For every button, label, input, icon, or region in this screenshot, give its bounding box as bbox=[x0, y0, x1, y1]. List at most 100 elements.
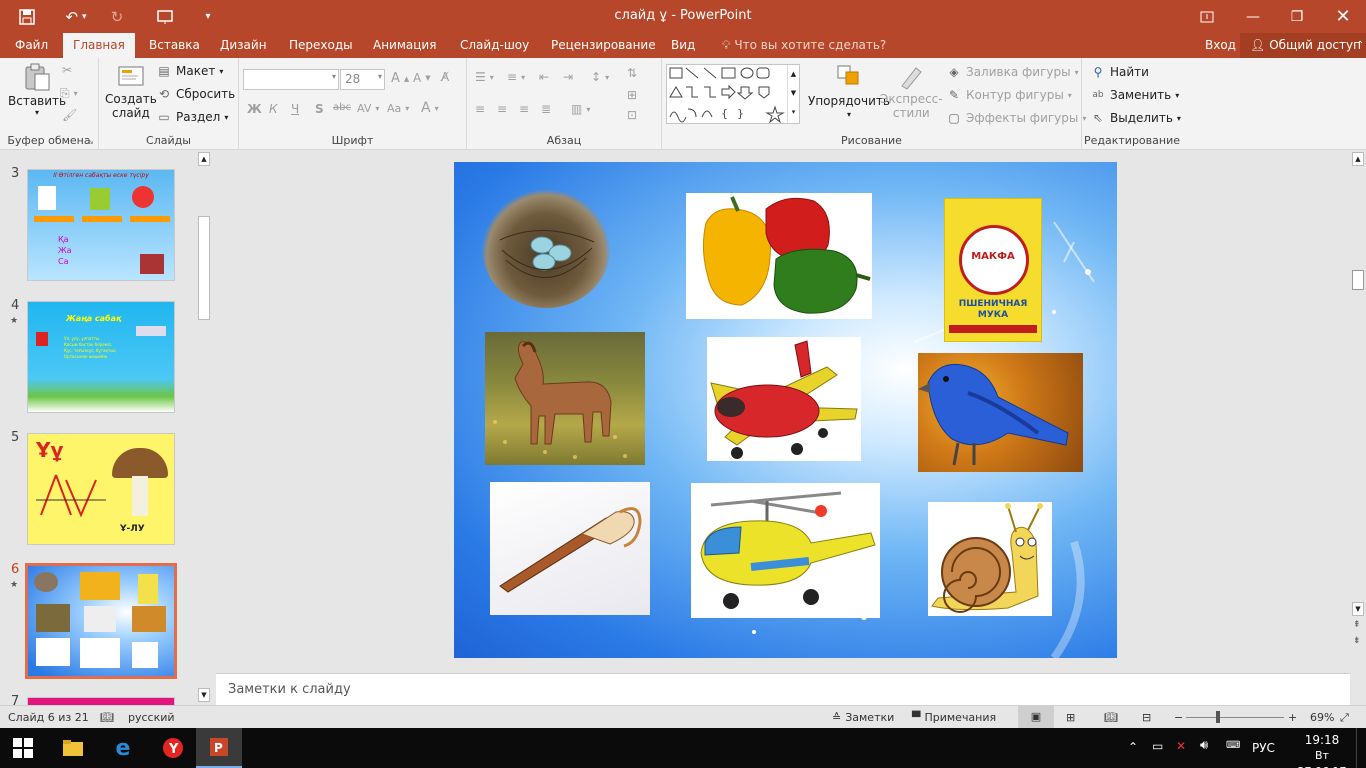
new-slide-button[interactable]: Создать слайд bbox=[105, 62, 157, 120]
flour-bag-image[interactable]: МАКФА ПШЕНИЧНАЯ МУКА bbox=[944, 198, 1042, 342]
current-slide[interactable]: МАКФА ПШЕНИЧНАЯ МУКА bbox=[454, 162, 1117, 658]
thumbnail-slide-3[interactable]: II Өтілген сабақты еске түсіру Қа Жа Са bbox=[27, 169, 175, 281]
increase-indent-icon[interactable]: ⇥ bbox=[563, 70, 573, 84]
reading-view-icon[interactable]: 📖︎ bbox=[1104, 711, 1118, 724]
ribbon-display-options-icon[interactable] bbox=[1184, 0, 1230, 33]
numbering-icon[interactable]: ≡ ▾ bbox=[507, 70, 525, 84]
collapse-ribbon-icon[interactable]: ⌃ bbox=[1346, 33, 1366, 58]
char-spacing-icon[interactable]: AV ▾ bbox=[357, 102, 379, 115]
thumbnail-slide-4[interactable]: Жаңа сабақ Ұл, ұлу, ұлпатты. Қасым бастан… bbox=[27, 301, 175, 413]
align-text-icon[interactable]: ⊞ bbox=[627, 88, 637, 102]
arrange-button[interactable]: Упорядочить ▾ bbox=[808, 62, 890, 119]
normal-view-icon[interactable]: ▣ bbox=[1018, 706, 1054, 728]
tab-slideshow[interactable]: Слайд-шоу bbox=[450, 33, 539, 58]
zoom-out-icon[interactable]: − bbox=[1174, 711, 1183, 724]
notes-pane[interactable]: Заметки к слайду bbox=[216, 673, 1350, 705]
thumbnail-scrollbar[interactable]: ▲ ▼ bbox=[197, 152, 211, 704]
font-size-combo[interactable]: 28 ▾ bbox=[340, 69, 385, 90]
shrink-font-icon[interactable]: A ▼ bbox=[413, 71, 431, 85]
tell-me-box[interactable]: 💡︎ Что вы хотите сделать? bbox=[712, 33, 896, 58]
scroll-down-icon[interactable]: ▼ bbox=[1352, 602, 1364, 616]
layout-button[interactable]: ▤ Макет ▾ bbox=[156, 63, 223, 79]
thumbnail-slide-5[interactable]: Ұұ Ұ-ЛУ bbox=[27, 433, 175, 545]
sign-in-link[interactable]: Вход bbox=[1195, 33, 1246, 58]
notes-toggle-button[interactable]: ≙ Заметки bbox=[832, 711, 894, 724]
zoom-in-icon[interactable]: + bbox=[1288, 711, 1297, 724]
restore-icon[interactable]: ❐ bbox=[1274, 0, 1320, 33]
tab-animations[interactable]: Анимация bbox=[363, 33, 446, 58]
justify-icon[interactable]: ≣ bbox=[541, 102, 551, 116]
battery-icon[interactable]: ▭ bbox=[1152, 739, 1163, 753]
previous-slide-icon[interactable]: ⇞ bbox=[1353, 620, 1361, 630]
reset-button[interactable]: ⟲ Сбросить bbox=[156, 86, 235, 102]
file-explorer-icon[interactable] bbox=[50, 728, 96, 768]
show-hidden-icons[interactable]: ⌃ bbox=[1128, 740, 1138, 754]
line-spacing-icon[interactable]: ↕ ▾ bbox=[591, 70, 609, 84]
quick-styles-button[interactable]: Экспресс- стили bbox=[880, 62, 943, 120]
align-left-icon[interactable]: ≡ bbox=[475, 102, 485, 116]
replace-button[interactable]: ab Заменить ▾ bbox=[1090, 87, 1179, 103]
scroll-thumb[interactable] bbox=[1352, 270, 1364, 290]
snail-image[interactable] bbox=[928, 502, 1052, 616]
format-painter-icon[interactable]: 🖌︎ bbox=[62, 108, 77, 122]
bluebird-image[interactable] bbox=[918, 353, 1083, 472]
zoom-level[interactable]: 69% bbox=[1310, 711, 1334, 724]
scroll-down-icon[interactable]: ▼ bbox=[198, 688, 210, 702]
network-icon[interactable]: ✕ bbox=[1176, 739, 1186, 753]
language-indicator[interactable]: русский bbox=[128, 711, 175, 724]
keyboard-icon[interactable]: ⌨ bbox=[1226, 740, 1240, 751]
tab-file[interactable]: Файл bbox=[5, 33, 58, 58]
scroll-up-icon[interactable]: ▲ bbox=[1352, 152, 1364, 166]
italic-button[interactable]: К bbox=[269, 102, 278, 116]
align-center-icon[interactable]: ≡ bbox=[497, 102, 507, 116]
shape-fill-button[interactable]: ◈ Заливка фигуры ▾ bbox=[946, 64, 1078, 80]
bold-button[interactable]: Ж bbox=[247, 102, 262, 116]
strikethrough-icon[interactable]: abc bbox=[333, 102, 351, 113]
scroll-thumb[interactable] bbox=[198, 216, 210, 320]
peppers-image[interactable] bbox=[686, 193, 872, 319]
tab-view[interactable]: Вид bbox=[661, 33, 705, 58]
tab-design[interactable]: Дизайн bbox=[210, 33, 277, 58]
font-color-icon[interactable]: A ▾ bbox=[421, 100, 439, 116]
zoom-slider[interactable] bbox=[1186, 717, 1284, 718]
next-slide-icon[interactable]: ⇟ bbox=[1353, 636, 1361, 646]
needle-image[interactable] bbox=[490, 482, 650, 615]
text-direction-icon[interactable]: ⇅ bbox=[627, 66, 637, 80]
align-right-icon[interactable]: ≡ bbox=[519, 102, 529, 116]
tab-review[interactable]: Рецензирование bbox=[541, 33, 666, 58]
select-button[interactable]: ⇖ Выделить ▾ bbox=[1090, 110, 1181, 126]
nest-image[interactable] bbox=[482, 190, 610, 308]
scroll-up-icon[interactable]: ▲ bbox=[198, 152, 210, 166]
smartart-icon[interactable]: ⊡ bbox=[627, 108, 637, 122]
change-case-icon[interactable]: Aa ▾ bbox=[387, 102, 409, 115]
gallery-scroll-icon[interactable]: ▲ ▼ ▾ bbox=[787, 65, 799, 123]
shape-effects-button[interactable]: ▢ Эффекты фигуры ▾ bbox=[946, 110, 1086, 126]
clock[interactable]: 19:18 Вт 27.06.17 bbox=[1292, 732, 1352, 768]
slide-scrollbar[interactable]: ▲ ▼ ⇞ ⇟ bbox=[1350, 150, 1366, 705]
yandex-browser-icon[interactable]: Y bbox=[150, 728, 196, 768]
comments-toggle-button[interactable]: ▀ Примечания bbox=[912, 711, 996, 724]
tab-insert[interactable]: Вставка bbox=[139, 33, 210, 58]
tab-home[interactable]: Главная bbox=[63, 33, 135, 58]
fit-to-window-icon[interactable]: ⤢ bbox=[1340, 711, 1349, 725]
minimize-icon[interactable]: — bbox=[1230, 0, 1276, 33]
clear-formatting-icon[interactable]: A̸ bbox=[441, 70, 449, 84]
spellcheck-icon[interactable]: 📖︎ bbox=[100, 711, 114, 724]
columns-icon[interactable]: ▥ ▾ bbox=[571, 102, 590, 116]
section-button[interactable]: ▭ Раздел ▾ bbox=[156, 109, 228, 125]
show-desktop-button[interactable] bbox=[1356, 728, 1360, 768]
shape-outline-button[interactable]: ✎ Контур фигуры ▾ bbox=[946, 87, 1072, 103]
airplane-image[interactable] bbox=[707, 337, 861, 461]
bullets-icon[interactable]: ☰ ▾ bbox=[475, 70, 494, 84]
tab-transitions[interactable]: Переходы bbox=[279, 33, 363, 58]
close-icon[interactable]: ✕ bbox=[1320, 0, 1366, 33]
find-button[interactable]: ⚲ Найти bbox=[1090, 64, 1149, 80]
volume-icon[interactable]: 🔊︎ bbox=[1200, 738, 1208, 753]
slide-sorter-icon[interactable]: ⊞ bbox=[1066, 711, 1075, 724]
shadow-button[interactable]: S bbox=[315, 102, 324, 116]
paste-button[interactable]: Вставить ▾ bbox=[8, 62, 66, 117]
decrease-indent-icon[interactable]: ⇤ bbox=[539, 70, 549, 84]
helicopter-image[interactable] bbox=[691, 483, 880, 618]
edge-browser-icon[interactable]: e bbox=[100, 728, 146, 768]
foal-image[interactable] bbox=[485, 332, 645, 465]
